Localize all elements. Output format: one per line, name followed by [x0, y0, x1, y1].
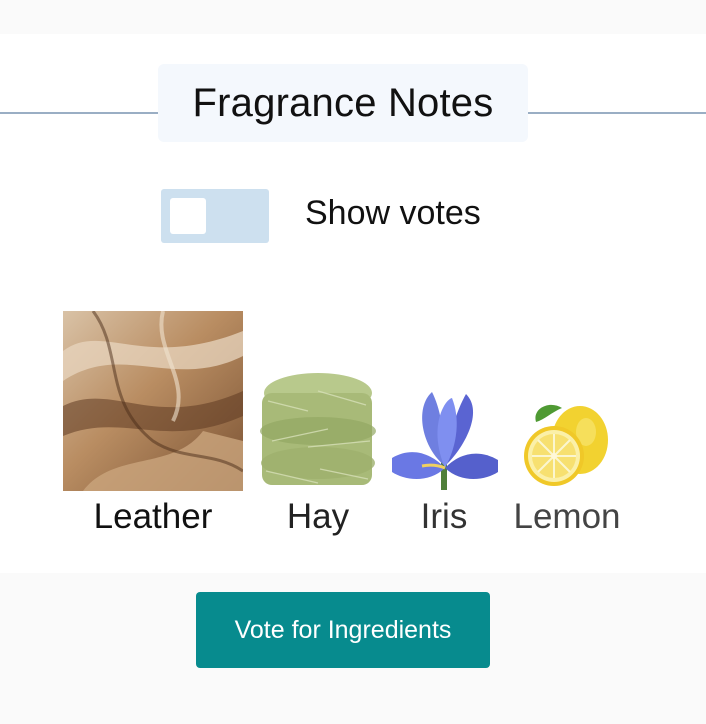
divider-right	[528, 112, 706, 114]
toggle-knob	[170, 198, 206, 234]
vote-for-ingredients-button[interactable]: Vote for Ingredients	[196, 592, 490, 668]
hay-image	[260, 373, 376, 485]
top-band	[0, 0, 706, 34]
note-label-lemon: Lemon	[513, 497, 621, 536]
note-label-hay: Hay	[286, 497, 350, 536]
section-header: Fragrance Notes	[158, 64, 528, 142]
show-votes-toggle[interactable]	[161, 189, 269, 243]
leather-image	[63, 311, 243, 491]
note-label-iris: Iris	[420, 497, 468, 536]
divider-left	[0, 112, 158, 114]
section-title: Fragrance Notes	[192, 80, 494, 125]
vote-button-label: Vote for Ingredients	[234, 615, 452, 644]
lemon-image	[524, 404, 608, 486]
show-votes-label: Show votes	[305, 194, 481, 232]
note-label-leather: Leather	[93, 497, 213, 536]
iris-flower-image	[392, 392, 498, 490]
